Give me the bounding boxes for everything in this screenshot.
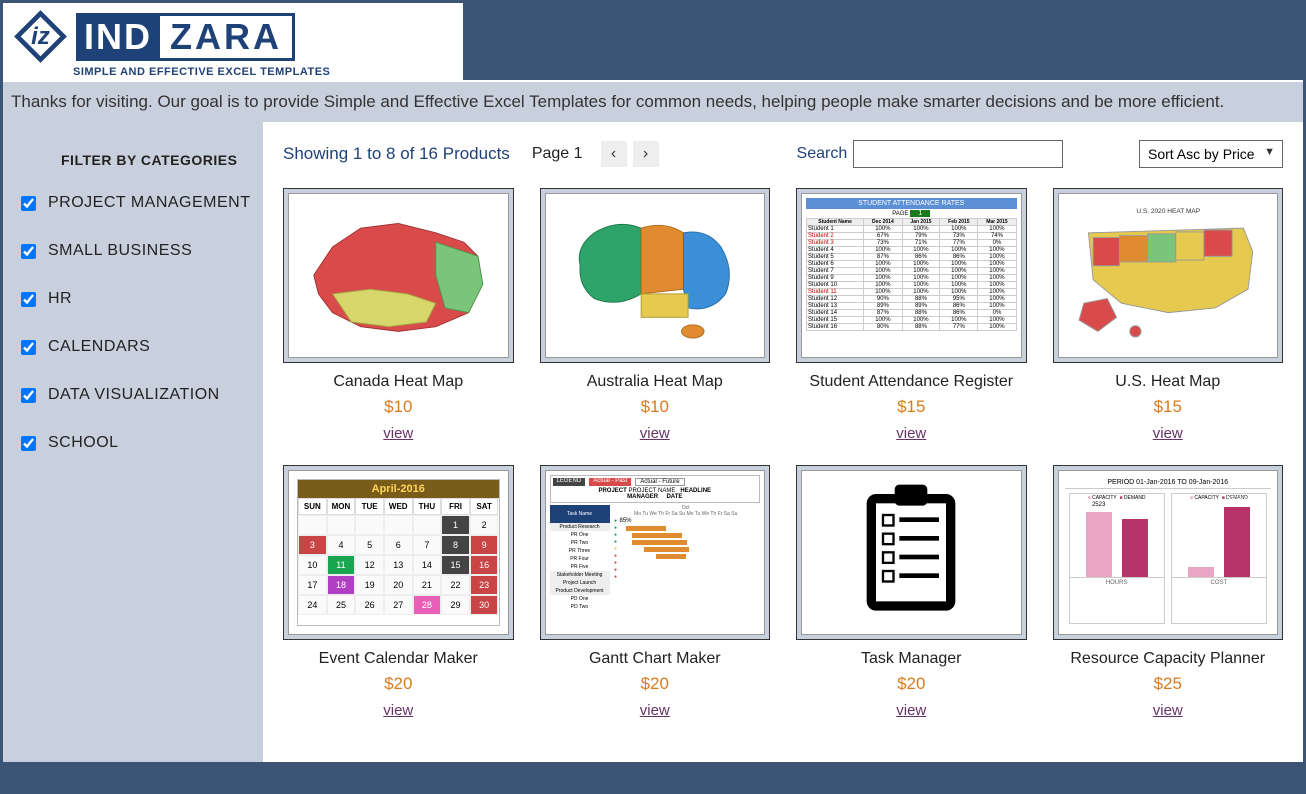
showing-text: Showing 1 to 8 of 16 Products: [283, 144, 510, 164]
logo-area: iz IND ZARA SIMPLE AND EFFECTIVE EXCEL T…: [3, 3, 463, 80]
view-link[interactable]: view: [896, 425, 926, 442]
svg-text:iz: iz: [31, 23, 50, 50]
welcome-message: Thanks for visiting. Our goal is to prov…: [3, 80, 1303, 122]
filter-checkbox[interactable]: [21, 292, 36, 307]
filter-checkbox[interactable]: [21, 244, 36, 259]
product-card[interactable]: U.S. 2020 HEAT MAP: [1053, 188, 1284, 443]
view-link[interactable]: view: [1153, 425, 1183, 442]
product-card[interactable]: Canada Heat Map $10 view: [283, 188, 514, 443]
product-thumbnail: STUDENT ATTENDANCE RATESPAGE 1Student Na…: [796, 188, 1027, 363]
product-price: $15: [796, 397, 1027, 417]
product-thumbnail: [283, 188, 514, 363]
product-price: $20: [283, 674, 514, 694]
view-link[interactable]: view: [640, 702, 670, 719]
logo-tagline: SIMPLE AND EFFECTIVE EXCEL TEMPLATES: [73, 66, 443, 78]
product-card[interactable]: Task Manager $20 view: [796, 465, 1027, 720]
product-title: Event Calendar Maker: [283, 650, 514, 668]
product-price: $10: [540, 397, 771, 417]
product-card[interactable]: April-2016SUNMONTUEWEDTHUFRISAT123456789…: [283, 465, 514, 720]
product-thumbnail: LEGEND Actual - Past Actual - Future PRO…: [540, 465, 771, 640]
filter-label: SCHOOL: [48, 434, 119, 452]
product-thumbnail: [796, 465, 1027, 640]
product-price: $10: [283, 397, 514, 417]
filter-label: HR: [48, 290, 72, 308]
filter-label: PROJECT MANAGEMENT: [48, 194, 251, 212]
logo-icon: iz: [13, 9, 68, 64]
logo-ind: IND: [76, 13, 160, 61]
next-page-button[interactable]: ›: [633, 141, 659, 167]
product-thumbnail: [540, 188, 771, 363]
search-label: Search: [797, 145, 848, 163]
filter-label: SMALL BUSINESS: [48, 242, 192, 260]
view-link[interactable]: view: [383, 425, 413, 442]
product-title: Canada Heat Map: [283, 373, 514, 391]
product-price: $25: [1053, 674, 1284, 694]
filter-project-management[interactable]: PROJECT MANAGEMENT: [21, 194, 251, 212]
filter-label: CALENDARS: [48, 338, 150, 356]
view-link[interactable]: view: [640, 425, 670, 442]
page-label: Page 1: [532, 145, 583, 163]
filter-checkbox[interactable]: [21, 340, 36, 355]
view-link[interactable]: view: [383, 702, 413, 719]
filter-hr[interactable]: HR: [21, 290, 251, 308]
filter-checkbox[interactable]: [21, 388, 36, 403]
product-title: Student Attendance Register: [796, 373, 1027, 391]
product-card[interactable]: PERIOD 01-Jan-2016 TO 09-Jan-2016 ■ CAPA…: [1053, 465, 1284, 720]
product-thumbnail: PERIOD 01-Jan-2016 TO 09-Jan-2016 ■ CAPA…: [1053, 465, 1284, 640]
product-thumbnail: U.S. 2020 HEAT MAP: [1053, 188, 1284, 363]
filter-school[interactable]: SCHOOL: [21, 434, 251, 452]
product-title: Resource Capacity Planner: [1053, 650, 1284, 668]
prev-page-button[interactable]: ‹: [601, 141, 627, 167]
filter-checkbox[interactable]: [21, 196, 36, 211]
filter-calendars[interactable]: CALENDARS: [21, 338, 251, 356]
product-card[interactable]: Australia Heat Map $10 view: [540, 188, 771, 443]
product-thumbnail: April-2016SUNMONTUEWEDTHUFRISAT123456789…: [283, 465, 514, 640]
filter-data-visualization[interactable]: DATA VISUALIZATION: [21, 386, 251, 404]
filter-title: FILTER BY CATEGORIES: [61, 152, 251, 168]
product-title: U.S. Heat Map: [1053, 373, 1284, 391]
sidebar: FILTER BY CATEGORIES PROJECT MANAGEMENT …: [3, 122, 263, 762]
chevron-left-icon: ‹: [611, 145, 616, 163]
product-price: $20: [796, 674, 1027, 694]
filter-small-business[interactable]: SMALL BUSINESS: [21, 242, 251, 260]
logo-zara: ZARA: [160, 13, 295, 61]
svg-text:U.S. 2020 HEAT MAP: U.S. 2020 HEAT MAP: [1136, 208, 1200, 215]
clipboard-icon: [851, 480, 971, 625]
product-title: Task Manager: [796, 650, 1027, 668]
view-link[interactable]: view: [1153, 702, 1183, 719]
view-link[interactable]: view: [896, 702, 926, 719]
product-title: Gantt Chart Maker: [540, 650, 771, 668]
sort-select[interactable]: Sort Asc by Price: [1139, 140, 1283, 168]
capacity-period: PERIOD 01-Jan-2016 TO 09-Jan-2016: [1065, 477, 1272, 489]
product-price: $15: [1053, 397, 1284, 417]
product-price: $20: [540, 674, 771, 694]
chevron-right-icon: ›: [643, 145, 648, 163]
product-title: Australia Heat Map: [540, 373, 771, 391]
product-card[interactable]: STUDENT ATTENDANCE RATESPAGE 1Student Na…: [796, 188, 1027, 443]
filter-checkbox[interactable]: [21, 436, 36, 451]
filter-label: DATA VISUALIZATION: [48, 386, 220, 404]
search-input[interactable]: [853, 140, 1063, 168]
product-card[interactable]: LEGEND Actual - Past Actual - Future PRO…: [540, 465, 771, 720]
